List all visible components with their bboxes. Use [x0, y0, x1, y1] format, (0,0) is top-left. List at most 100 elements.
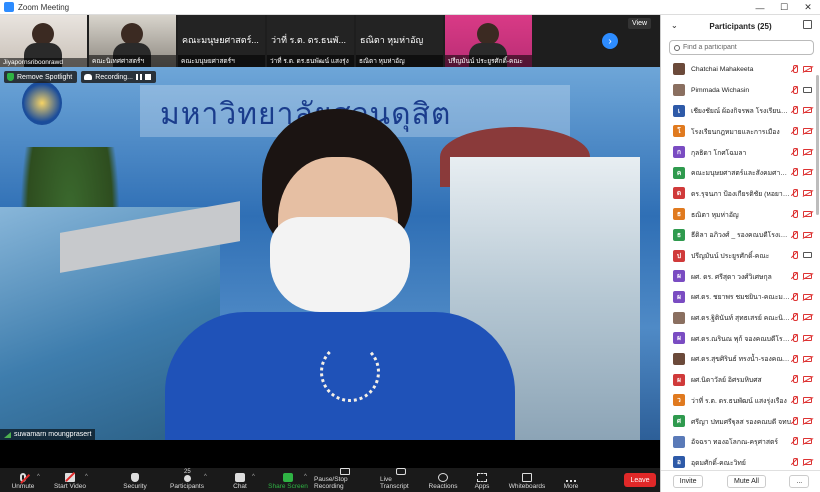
microphone-muted-icon[interactable] [791, 209, 798, 218]
more-button[interactable]: More [560, 468, 582, 492]
video-off-icon[interactable] [803, 107, 812, 114]
participant-row[interactable]: ผศ.ดร.สุขศิรินธ์ ทรงน้ำ-รองคณบดีอัก... [661, 349, 820, 370]
gallery-tile[interactable]: ว่าที่ ร.ต. ดร.ธนพั... ว่าที่ ร.ต. ดร.ธนพ… [267, 15, 354, 67]
participant-row[interactable]: ผศ.ดร.ฐิตินันท์ สุทธเสรย์ คณะนิติศาส... [661, 307, 820, 328]
search-input[interactable] [683, 44, 803, 51]
microphone-muted-icon[interactable] [791, 127, 798, 136]
microphone-muted-icon[interactable] [791, 396, 798, 404]
participant-row[interactable]: ด ดร.รุจนภา ป้องเกียรติชัย (หอยาลา) [661, 183, 820, 204]
stop-recording-icon[interactable] [145, 74, 152, 80]
live-transcript-button[interactable]: Live Transcript [380, 468, 422, 492]
whiteboards-button[interactable]: Whiteboards [508, 468, 546, 492]
video-off-icon[interactable] [803, 231, 812, 238]
participant-row[interactable]: Pimmada Wichasin [661, 80, 820, 101]
video-off-icon[interactable] [803, 66, 812, 72]
reactions-button[interactable]: Reactions [428, 468, 458, 492]
chat-caret[interactable]: ^ [252, 474, 255, 480]
video-off-icon[interactable] [803, 355, 812, 362]
next-page-button[interactable]: › [602, 33, 618, 49]
gallery-tile[interactable]: ปรีญมันน์ ประยูรศักดิ์-คณะ [445, 15, 532, 67]
unmute-button[interactable]: Unmute [8, 468, 38, 492]
participant-row[interactable]: ผ ผศ. ดร. ศรีสุดา วงศ์วิเศษกุล [661, 266, 820, 287]
microphone-muted-icon[interactable] [791, 251, 798, 260]
pause-recording-icon[interactable] [136, 74, 143, 80]
video-off-icon[interactable] [803, 210, 812, 217]
view-button[interactable]: View [628, 18, 652, 29]
video-off-icon[interactable] [803, 293, 812, 300]
leave-button[interactable]: Leave [624, 473, 656, 487]
microphone-muted-icon[interactable] [791, 458, 798, 467]
panel-scrollbar[interactable] [816, 75, 819, 215]
microphone-muted-icon[interactable] [791, 189, 798, 198]
collapse-chevron-icon[interactable]: ⌄ [671, 21, 678, 30]
microphone-muted-icon[interactable] [791, 292, 798, 301]
microphone-muted-icon[interactable] [791, 354, 798, 363]
chat-button[interactable]: Chat [228, 468, 252, 492]
participant-row[interactable]: ผ ผศ.นิดาวัลย์ อิศรมหิบศส [661, 369, 820, 390]
panel-footer: Invite Mute All ... [661, 470, 820, 492]
gallery-tile[interactable]: คณะนิเทศศาสตร์ฯ [89, 15, 176, 67]
microphone-muted-icon[interactable] [791, 85, 798, 94]
mute-all-button[interactable]: Mute All [726, 475, 766, 488]
pause-stop-recording-button[interactable]: Pause/Stop Recording [314, 468, 376, 492]
maximize-button[interactable]: ☐ [772, 0, 796, 15]
video-off-icon[interactable] [803, 169, 812, 176]
close-button[interactable]: ✕ [796, 0, 820, 15]
microphone-muted-icon[interactable] [791, 271, 798, 280]
apps-button[interactable]: Apps [472, 468, 492, 492]
participant-row[interactable]: โ โรงเรียนกฎหมายและการเมือง [661, 121, 820, 142]
panel-more-button[interactable]: ... [789, 475, 810, 488]
gallery-tile[interactable]: คณะมนุษยศาสตร์... คณะมนุษยศาสตร์ฯ [178, 15, 265, 67]
microphone-muted-icon[interactable] [791, 375, 798, 384]
video-options-caret[interactable]: ^ [85, 474, 88, 480]
participant-row[interactable]: ค คณะมนุษยศาสตร์และสังคมศาสตร์ [661, 162, 820, 183]
microphone-muted-icon[interactable] [791, 106, 798, 115]
participant-row[interactable]: เ เชียงชัยณ์ ผ้องกิจรพล โรงเรียนการท่... [661, 100, 820, 121]
gallery-tile[interactable]: Jiyapornsriboonrawd [0, 15, 87, 67]
invite-button[interactable]: Invite [672, 475, 704, 488]
microphone-muted-icon[interactable] [791, 437, 798, 446]
share-caret[interactable]: ^ [304, 474, 307, 480]
video-off-icon[interactable] [803, 417, 812, 424]
microphone-muted-icon[interactable] [791, 313, 798, 322]
video-on-icon[interactable] [803, 86, 812, 93]
video-off-icon[interactable] [803, 272, 812, 279]
video-off-icon[interactable] [803, 314, 812, 321]
video-on-icon[interactable] [803, 252, 812, 259]
microphone-muted-icon[interactable] [791, 333, 798, 342]
video-off-icon[interactable] [803, 128, 812, 135]
participant-row[interactable]: ศ ศรีญา ปทมศรีฐุลส รองคณบดี จทบ [661, 411, 820, 432]
participant-row[interactable]: ว ว่าที่ ร.ต. ดร.ธนพัฒน์ แสงรุ่งเรือง [661, 390, 820, 411]
remove-spotlight-button[interactable]: Remove Spotlight [4, 71, 78, 83]
participant-row[interactable]: Chatchai Mahakeeta [661, 59, 820, 80]
participants-caret[interactable]: ^ [204, 474, 207, 480]
gallery-tile[interactable]: ธณิตา หุมห่าอัญ ธณิตา หุมห่าอัญ [356, 15, 443, 67]
participant-row[interactable]: ป ปรีญมันน์ ประยูรศักดิ์-คณะ [661, 245, 820, 266]
participants-button[interactable]: 25 Participants [168, 468, 206, 492]
share-screen-button[interactable]: Share Screen [268, 468, 308, 492]
microphone-muted-icon[interactable] [791, 416, 798, 425]
popout-icon[interactable] [803, 20, 812, 29]
participant-row[interactable]: ก กุลธิดา โกศโฉมลา [661, 142, 820, 163]
participant-row[interactable]: ผ ผศ.ดร. ชยาพร ชมชยินา-คณะมนุษย... [661, 287, 820, 308]
spotlight-video[interactable]: มหาวิทยาลัยสวนดุสิต Remove Spotlight Rec… [0, 67, 660, 440]
video-off-icon[interactable] [803, 459, 812, 466]
video-off-icon[interactable] [803, 148, 812, 155]
microphone-muted-icon[interactable] [791, 65, 798, 73]
video-off-icon[interactable] [803, 376, 812, 383]
audio-options-caret[interactable]: ^ [37, 474, 40, 480]
video-off-icon[interactable] [803, 190, 812, 197]
microphone-muted-icon[interactable] [791, 147, 798, 156]
microphone-muted-icon[interactable] [791, 168, 798, 177]
video-off-icon[interactable] [803, 438, 812, 445]
video-off-icon[interactable] [803, 397, 812, 403]
participant-row[interactable]: ธ ธีติลา อภิวงศ์ _ รองคณบดีโรงเรียนก... [661, 225, 820, 246]
minimize-button[interactable]: — [748, 0, 772, 15]
microphone-muted-icon[interactable] [791, 230, 798, 239]
participant-row[interactable]: ธ ธณิตา หุมห่าอัญ [661, 204, 820, 225]
participant-row[interactable]: ผ ผศ.ดร.ณรินณ พุก้ จองคณบดีโรงเรีย... [661, 328, 820, 349]
start-video-button[interactable]: Start Video [52, 468, 88, 492]
security-button[interactable]: Security [120, 468, 150, 492]
video-off-icon[interactable] [803, 334, 812, 341]
participant-row[interactable]: อัจฉรา ทองอโลกณ-ครุศาสตร์ [661, 431, 820, 452]
